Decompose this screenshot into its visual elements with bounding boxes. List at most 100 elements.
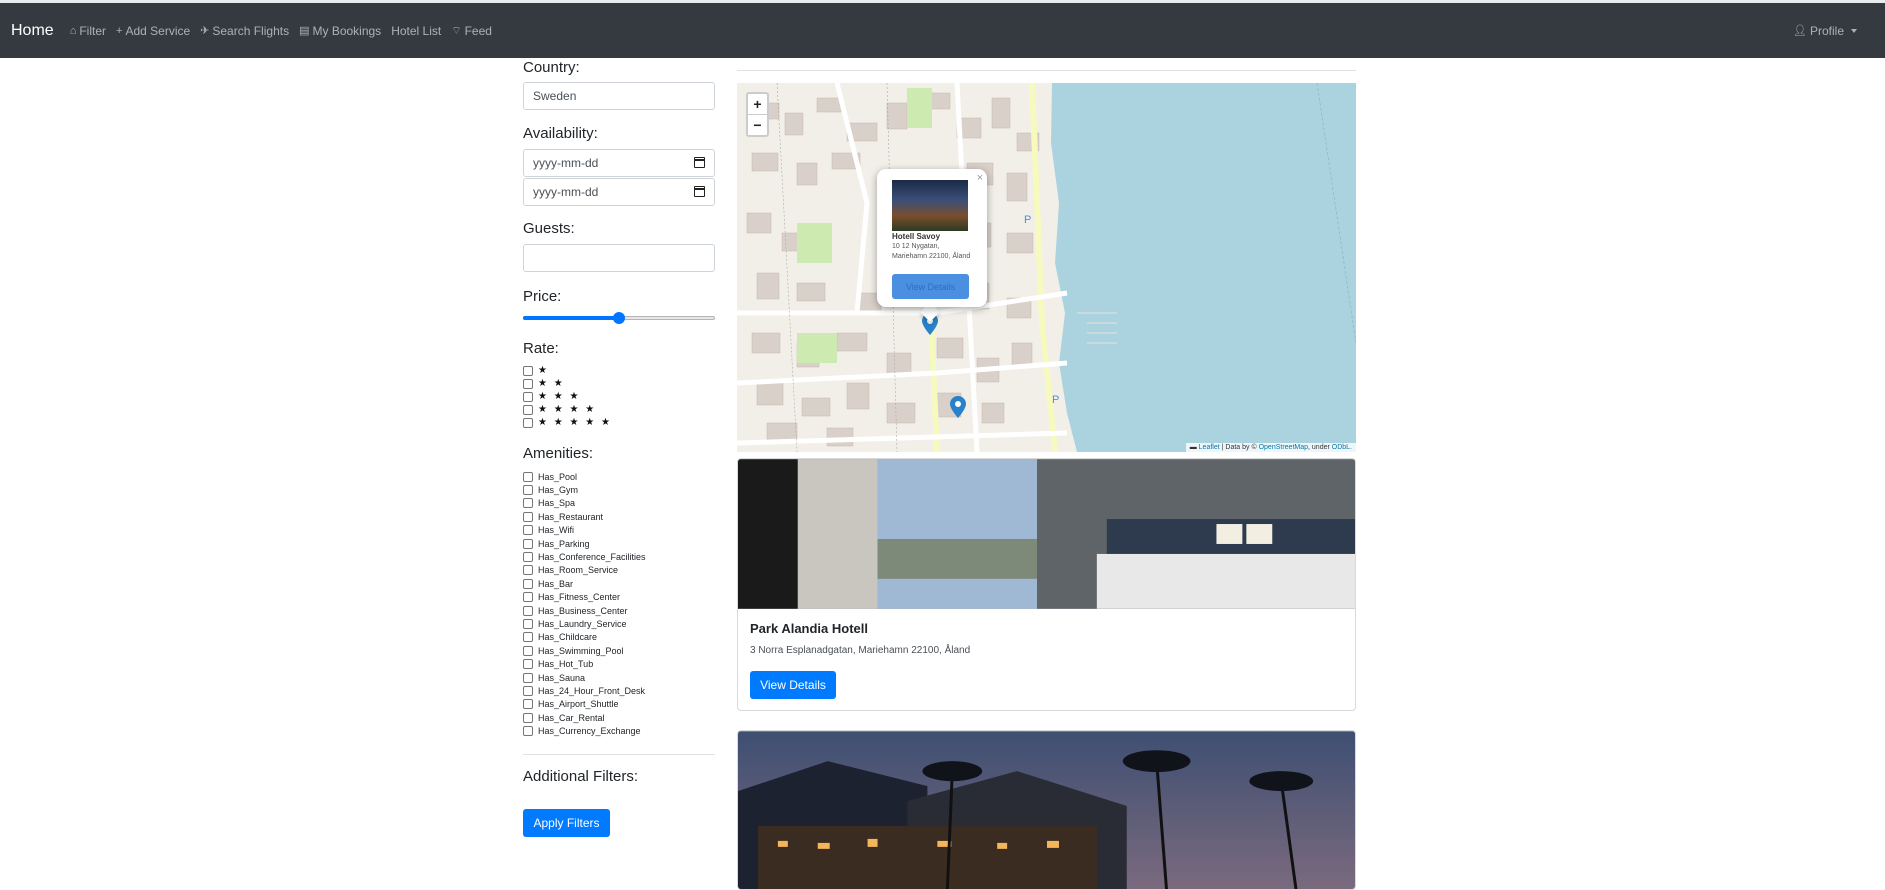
rate-checkbox[interactable] [523, 404, 533, 415]
amenity-checkbox[interactable] [523, 618, 533, 629]
popup-hotel-image [892, 180, 968, 231]
calendar-icon[interactable] [694, 186, 705, 197]
nav-add-service[interactable]: + Add Service [116, 24, 190, 38]
amenity-label: Has_Airport_Shuttle [538, 699, 619, 710]
amenity-label: Has_Conference_Facilities [538, 551, 646, 562]
calendar-icon[interactable] [694, 157, 705, 168]
nav-feed[interactable]: ⌔ Feed [451, 24, 492, 38]
profile-label: Profile [1809, 23, 1844, 38]
availability-end-date[interactable]: yyyy-mm-dd [523, 178, 715, 206]
amenity-option[interactable]: Has_Hot_Tub [523, 658, 593, 671]
amenity-label: Has_Restaurant [538, 511, 604, 522]
map-marker-icon[interactable] [950, 396, 966, 418]
apply-filters-button[interactable]: Apply Filters [523, 809, 610, 837]
amenity-checkbox[interactable] [523, 672, 533, 683]
availability-start-date[interactable]: yyyy-mm-dd [523, 149, 715, 177]
map[interactable]: P P + − × Hotell Savoy 10 12 Nygatan, Ma… [737, 83, 1356, 452]
amenity-checkbox[interactable] [523, 551, 533, 562]
brand-home-link[interactable]: Home [11, 22, 54, 40]
close-icon[interactable]: × [977, 172, 983, 184]
nav-my-bookings[interactable]: ▤ My Bookings [299, 24, 381, 38]
amenity-checkbox[interactable] [523, 726, 533, 737]
amenity-label: Has_Hot_Tub [538, 659, 594, 670]
svg-text:P: P [1024, 214, 1031, 226]
amenity-checkbox[interactable] [523, 498, 533, 509]
amenity-checkbox[interactable] [523, 471, 533, 482]
profile-dropdown[interactable]: 👤︎ Profile [1793, 3, 1857, 58]
popup-view-details-button[interactable]: View Details [892, 274, 969, 299]
price-slider-thumb[interactable] [613, 312, 625, 324]
amenity-checkbox[interactable] [523, 659, 533, 670]
odbl-link[interactable]: ODbL. [1332, 444, 1352, 451]
rate-option-3[interactable]: ★ ★ ★ [523, 390, 580, 403]
price-slider[interactable] [523, 311, 715, 325]
price-label: Price: [523, 288, 562, 305]
amenity-option[interactable]: Has_Conference_Facilities [523, 550, 646, 563]
navbar: Home ⌂ Filter + Add Service ✈ Search Flight… [0, 3, 1885, 58]
amenity-option[interactable]: Has_Swimming_Pool [523, 644, 624, 657]
nav-filter[interactable]: ⌂ Filter [70, 24, 106, 38]
nav-search-flights[interactable]: ✈ Search Flights [200, 24, 289, 38]
popup-hotel-name: Hotell Savoy [892, 232, 941, 241]
nav-hotel-list[interactable]: Hotel List [391, 24, 441, 38]
map-zoom-control: + − [746, 92, 769, 137]
star-icon: ★ ★ ★ ★ ★ [538, 416, 612, 428]
amenity-label: Has_24_Hour_Front_Desk [538, 685, 646, 696]
amenity-checkbox[interactable] [523, 605, 533, 616]
map-tiles[interactable]: P P [737, 83, 1356, 452]
amenity-checkbox[interactable] [523, 712, 533, 723]
amenity-checkbox[interactable] [523, 699, 533, 710]
rate-checkbox[interactable] [523, 378, 533, 389]
amenity-option[interactable]: Has_Room_Service [523, 564, 618, 577]
amenity-checkbox[interactable] [523, 511, 533, 522]
popup-hotel-address: 10 12 Nygatan, Mariehamn 22100, Åland [892, 243, 971, 260]
amenity-option[interactable]: Has_Fitness_Center [523, 591, 620, 604]
country-input[interactable]: Sweden [523, 82, 715, 110]
leaflet-link[interactable]: Leaflet [1199, 444, 1220, 451]
hotel-name[interactable]: Park Alandia Hotell [750, 621, 868, 636]
amenity-option[interactable]: Has_Laundry_Service [523, 617, 627, 630]
amenity-option[interactable]: Has_Parking [523, 537, 590, 550]
amenity-option[interactable]: Has_Pool [523, 470, 577, 483]
amenity-option[interactable]: Has_Currency_Exchange [523, 725, 641, 738]
svg-text:P: P [1052, 394, 1059, 406]
zoom-in-button[interactable]: + [748, 94, 767, 114]
amenity-option[interactable]: Has_Gym [523, 483, 578, 496]
nav-feed-label: Feed [464, 23, 492, 38]
amenity-option[interactable]: Has_Childcare [523, 631, 597, 644]
amenity-option[interactable]: Has_Airport_Shuttle [523, 698, 619, 711]
rate-option-1[interactable]: ★ [523, 364, 549, 377]
rate-option-4[interactable]: ★ ★ ★ ★ [523, 403, 596, 416]
amenity-option[interactable]: Has_Wifi [523, 524, 574, 537]
view-details-button[interactable]: View Details [750, 671, 836, 699]
divider [737, 70, 1356, 71]
amenity-option[interactable]: Has_Business_Center [523, 604, 628, 617]
rate-checkbox[interactable] [523, 417, 533, 428]
amenities-label: Amenities: [523, 445, 594, 462]
rate-checkbox[interactable] [523, 365, 533, 376]
home-icon: ⌂ [69, 24, 77, 37]
amenity-checkbox[interactable] [523, 565, 533, 576]
zoom-out-button[interactable]: − [748, 115, 767, 135]
amenity-option[interactable]: Has_Spa [523, 497, 575, 510]
rate-option-5[interactable]: ★ ★ ★ ★ ★ [523, 416, 612, 429]
amenity-checkbox[interactable] [523, 592, 533, 603]
guests-input[interactable] [523, 244, 715, 272]
amenity-checkbox[interactable] [523, 484, 533, 495]
amenity-checkbox[interactable] [523, 525, 533, 536]
amenity-option[interactable]: Has_Sauna [523, 671, 585, 684]
amenity-checkbox[interactable] [523, 578, 533, 589]
rate-checkbox[interactable] [523, 391, 533, 402]
amenity-checkbox[interactable] [523, 685, 533, 696]
amenity-option[interactable]: Has_Restaurant [523, 510, 603, 523]
osm-link[interactable]: OpenStreetMap [1259, 444, 1308, 451]
rate-option-2[interactable]: ★ ★ [523, 377, 565, 390]
amenity-label: Has_Room_Service [538, 565, 619, 576]
amenity-checkbox[interactable] [523, 632, 533, 643]
amenity-checkbox[interactable] [523, 538, 533, 549]
amenity-option[interactable]: Has_Bar [523, 577, 573, 590]
amenity-option[interactable]: Has_24_Hour_Front_Desk [523, 684, 645, 697]
amenity-checkbox[interactable] [523, 645, 533, 656]
amenity-option[interactable]: Has_Car_Rental [523, 711, 605, 724]
star-icon: ★ [538, 364, 549, 376]
